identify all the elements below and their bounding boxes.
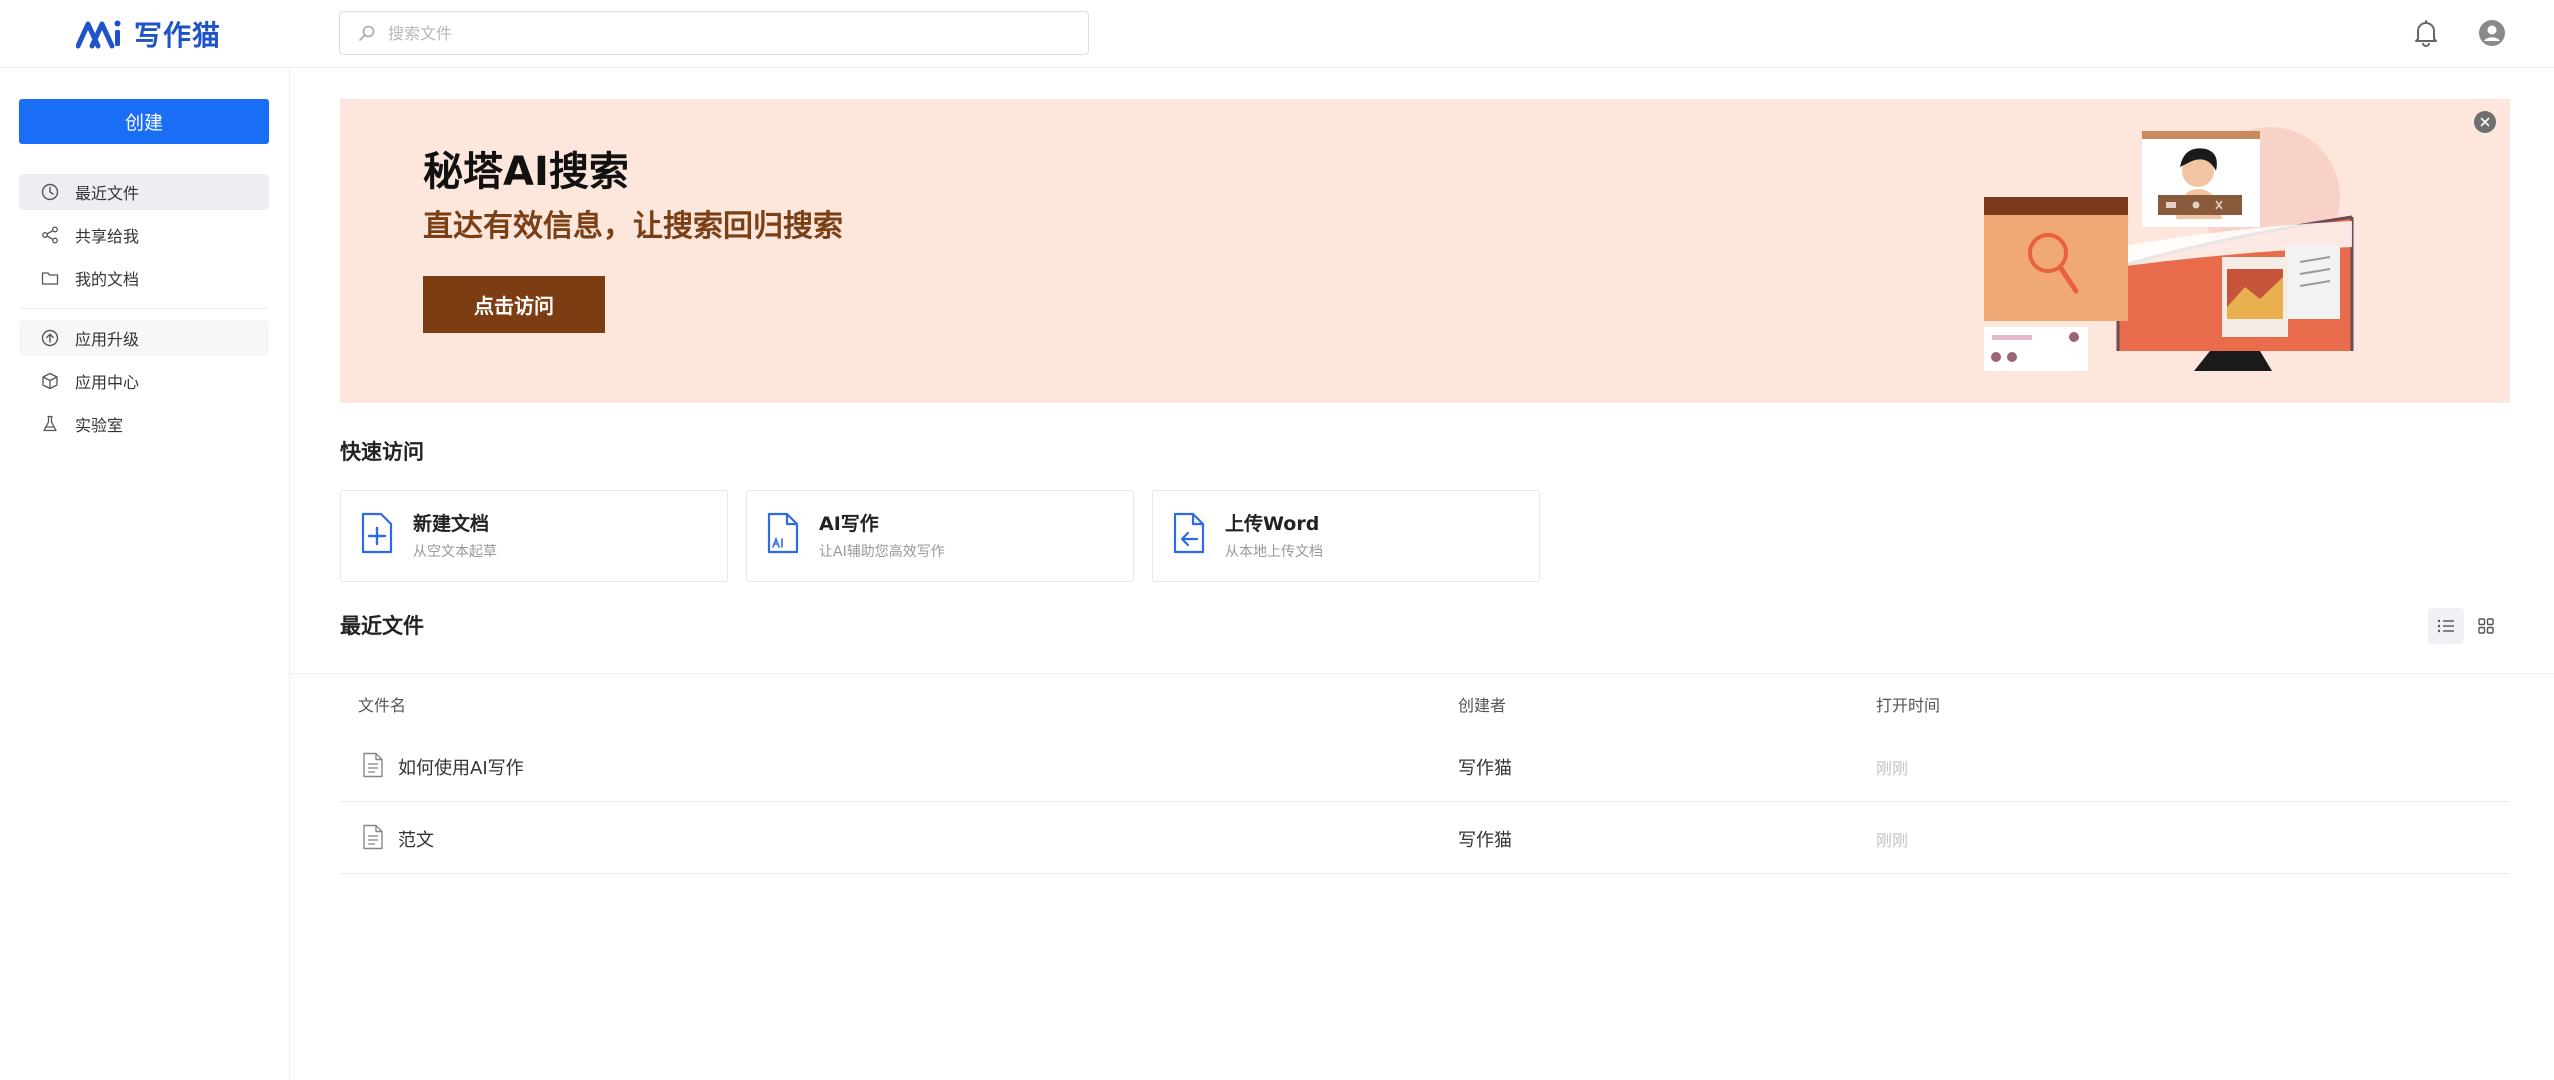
file-creator: 写作猫 [1458,758,1512,779]
search-input[interactable] [388,23,1068,43]
column-header-name[interactable]: 文件名 [358,692,406,716]
bell-icon [2415,20,2437,47]
file-name: 范文 [398,830,434,851]
clock-icon [41,183,59,201]
sidebar-item-label: 共享给我 [75,227,140,246]
sidebar-item-recent[interactable]: 最近文件 [19,174,269,210]
quick-upload-word-card[interactable]: 上传Word 从本地上传文档 [1152,490,1540,582]
brand-logo[interactable]: 写作猫 [76,14,221,54]
quick-card-title: 新建文档 [413,513,490,535]
quick-new-doc-card[interactable]: 新建文档 从空文本起草 [340,490,728,582]
recent-files-title: 最近文件 [340,614,424,638]
upload-doc-icon [1173,512,1205,554]
grid-view-button[interactable] [2468,608,2504,644]
upgrade-icon [41,329,59,347]
sidebar-item-label: 我的文档 [75,270,140,289]
sidebar-item-label: 最近文件 [75,184,140,203]
quick-ai-writing-card[interactable]: AI写作 让AI辅助您高效写作 [746,490,1134,582]
folder-icon [41,272,59,285]
sidebar-item-label: 应用中心 [75,373,140,392]
close-icon [2480,117,2490,127]
ai-doc-icon [767,512,799,554]
banner-illustration [1984,127,2354,371]
document-icon [363,752,383,778]
table-separator [290,673,2554,674]
quick-card-desc: 从空文本起草 [413,544,497,560]
sidebar-item-upgrade[interactable]: 应用升级 [19,320,269,356]
cube-icon [42,372,58,390]
banner-visit-button[interactable]: 点击访问 [423,276,605,333]
table-row[interactable]: 范文 写作猫 刚刚 [340,802,2510,874]
user-avatar-button[interactable] [2476,17,2508,49]
search-box[interactable] [339,11,1089,55]
share-icon [42,226,58,244]
quick-card-desc: 从本地上传文档 [1225,544,1323,560]
sidebar-item-my-docs[interactable]: 我的文档 [19,260,269,296]
sidebar-item-label: 应用升级 [75,330,140,349]
sidebar: 创建 最近文件 共享给我 我的文档 应用升级 应用中心 实验室 [0,68,290,1080]
search-icon [359,25,375,41]
file-opened-time: 刚刚 [1876,831,1909,850]
logo-mark-icon [76,20,121,49]
banner-subtitle: 直达有效信息，让搜索回归搜索 [423,209,843,244]
file-creator: 写作猫 [1458,830,1512,851]
flask-icon [43,415,57,432]
sidebar-divider [19,308,269,309]
new-doc-icon [361,512,393,554]
banner-title: 秘塔AI搜索 [423,149,629,195]
brand-name: 写作猫 [134,19,222,52]
grid-view-icon [2478,618,2494,634]
list-view-button[interactable] [2428,608,2464,644]
promo-banner: 秘塔AI搜索 直达有效信息，让搜索回归搜索 点击访问 [340,99,2510,403]
sidebar-item-lab[interactable]: 实验室 [19,406,269,442]
sidebar-item-app-center[interactable]: 应用中心 [19,363,269,399]
banner-close-button[interactable] [2474,111,2496,133]
top-header: 写作猫 [0,0,2554,68]
list-view-icon [2437,619,2454,633]
quick-card-title: AI写作 [819,513,879,535]
avatar-icon [2479,20,2505,46]
column-header-opened-time[interactable]: 打开时间 [1876,692,1940,716]
quick-card-desc: 让AI辅助您高效写作 [819,544,945,560]
table-row[interactable]: 如何使用AI写作 写作猫 刚刚 [340,730,2510,802]
file-opened-time: 刚刚 [1876,759,1909,778]
quick-card-title: 上传Word [1225,513,1320,535]
sidebar-item-shared[interactable]: 共享给我 [19,217,269,253]
notification-button[interactable] [2410,17,2442,49]
quick-access-title: 快速访问 [340,440,424,464]
create-button[interactable]: 创建 [19,99,269,144]
column-header-creator[interactable]: 创建者 [1458,692,1506,716]
file-name: 如何使用AI写作 [398,758,524,779]
sidebar-item-label: 实验室 [75,416,124,435]
document-icon [363,824,383,850]
